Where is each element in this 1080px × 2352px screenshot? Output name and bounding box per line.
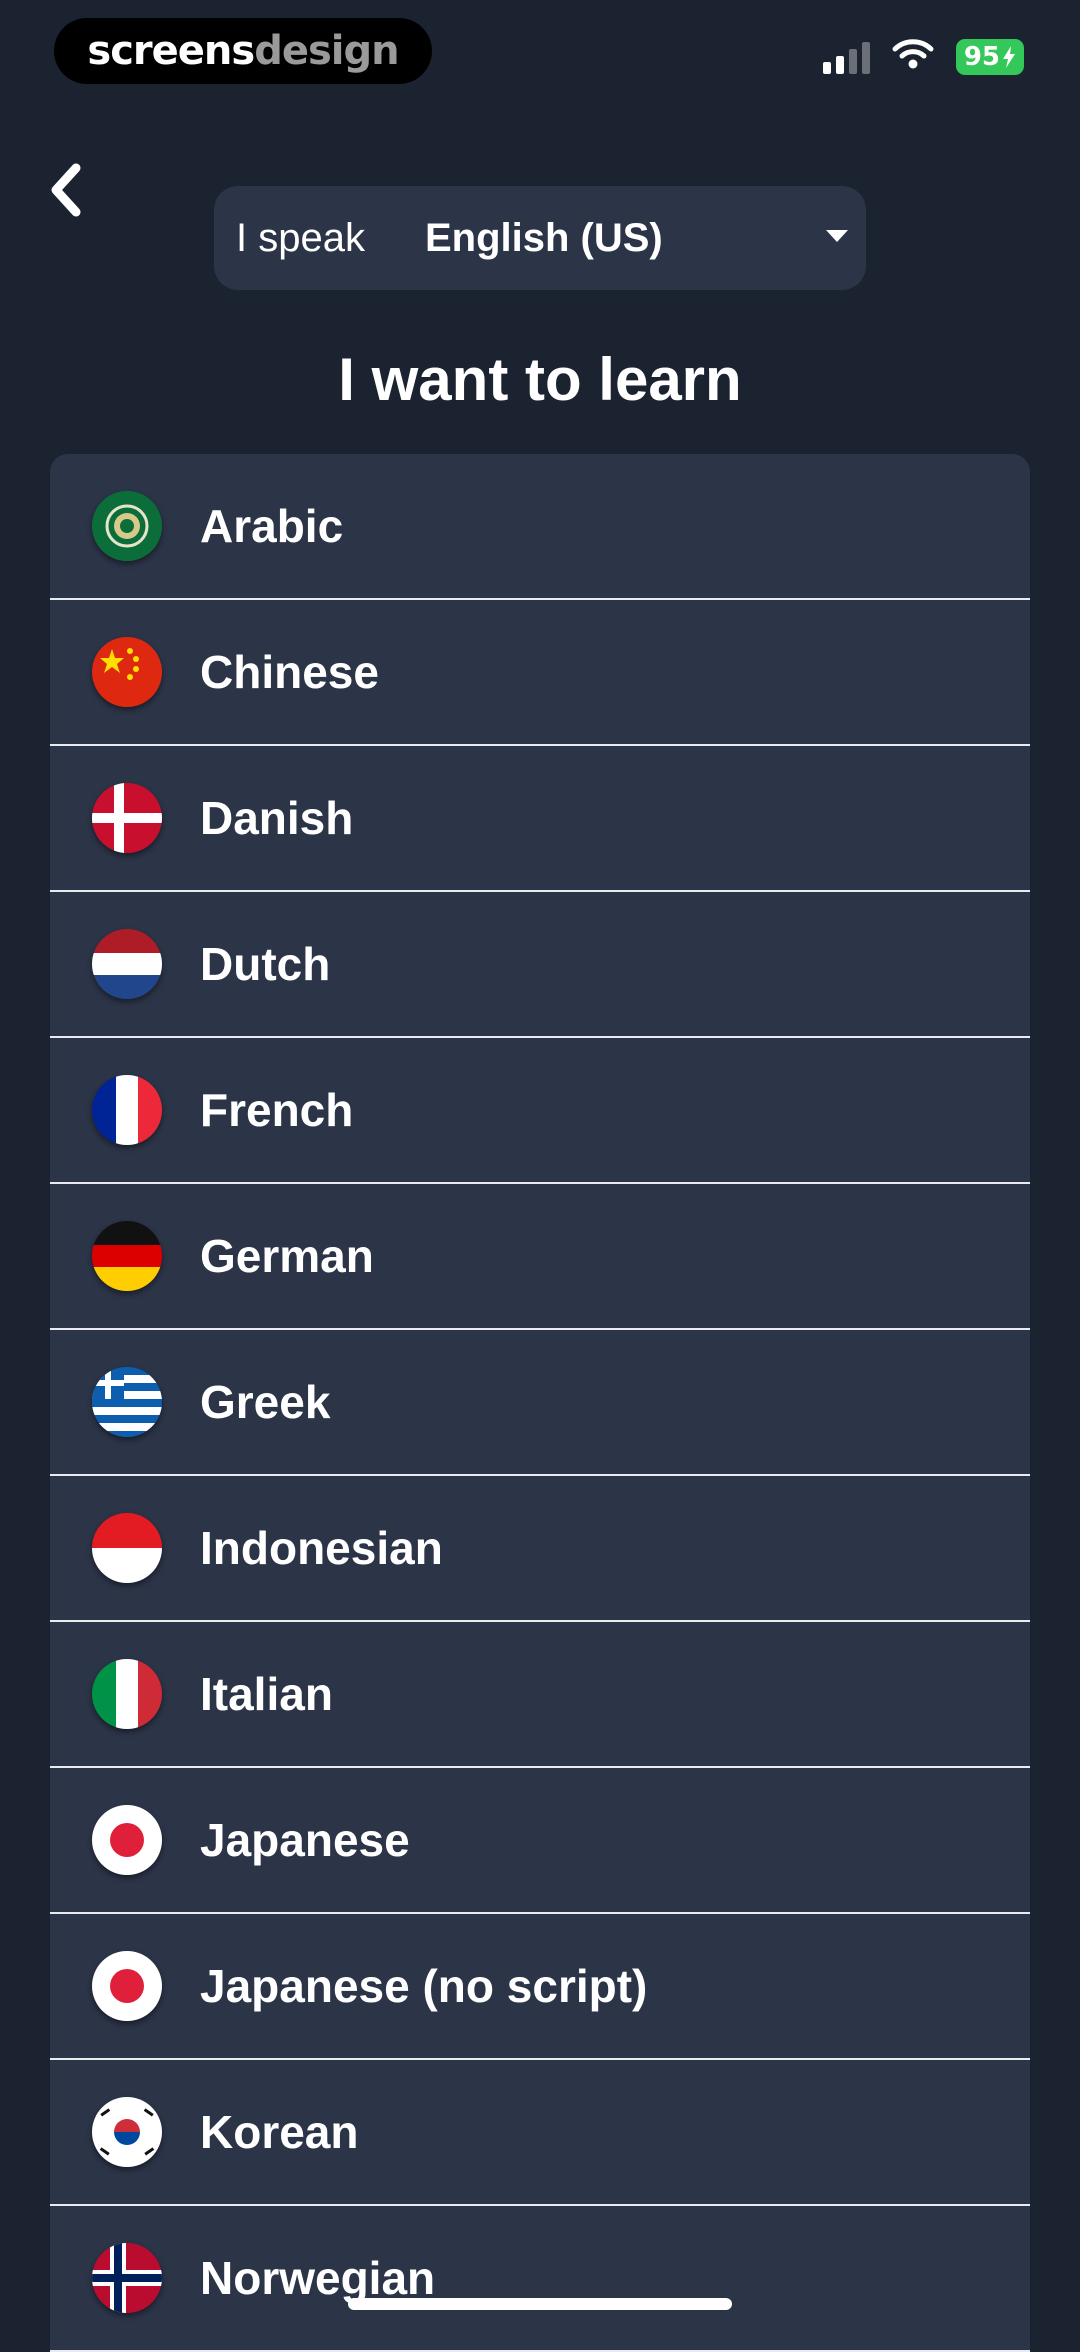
germany-flag-icon (92, 1221, 162, 1291)
arabic-flag-icon (92, 491, 162, 561)
language-label: Dutch (200, 938, 331, 990)
japan-flag-icon (92, 1805, 162, 1875)
language-label: Indonesian (200, 1522, 443, 1574)
language-label: Greek (200, 1376, 331, 1428)
language-label: Norwegian (200, 2252, 436, 2304)
language-label: Arabic (200, 500, 344, 552)
language-item-korean[interactable]: Korean (50, 2060, 1030, 2206)
denmark-flag-icon (92, 783, 162, 853)
language-item-italian[interactable]: Italian (50, 1622, 1030, 1768)
caret-down-icon (826, 230, 848, 242)
language-item-french[interactable]: French (50, 1038, 1030, 1184)
back-button[interactable] (38, 158, 94, 226)
italy-flag-icon (92, 1659, 162, 1729)
language-label: Danish (200, 792, 354, 844)
china-flag-icon (92, 637, 162, 707)
native-language-selector[interactable]: I speak English (US) (214, 186, 866, 290)
language-item-arabic[interactable]: Arabic (50, 454, 1030, 600)
language-item-japanese[interactable]: Japanese (50, 1768, 1030, 1914)
netherlands-flag-icon (92, 929, 162, 999)
brand-text-part2: design (254, 28, 399, 74)
language-item-norwegian[interactable]: Norwegian (50, 2206, 1030, 2352)
language-label: Japanese (200, 1814, 410, 1866)
page-title: I want to learn (338, 346, 742, 413)
status-icons: 95 (822, 38, 1024, 75)
language-label: Italian (200, 1668, 333, 1720)
language-item-greek[interactable]: Greek (50, 1330, 1030, 1476)
indonesia-flag-icon (92, 1513, 162, 1583)
korea-flag-icon (92, 2097, 162, 2167)
speak-label: I speak (236, 215, 365, 260)
battery-level: 95 (963, 41, 1000, 72)
language-item-japanese-no-script[interactable]: Japanese (no script) (50, 1914, 1030, 2060)
language-item-german[interactable]: German (50, 1184, 1030, 1330)
cellular-signal-icon (822, 40, 870, 74)
greece-flag-icon (92, 1367, 162, 1437)
language-label: Japanese (no script) (200, 1960, 648, 2012)
language-item-dutch[interactable]: Dutch (50, 892, 1030, 1038)
language-item-danish[interactable]: Danish (50, 746, 1030, 892)
language-item-indonesian[interactable]: Indonesian (50, 1476, 1030, 1622)
language-item-chinese[interactable]: Chinese (50, 600, 1030, 746)
speak-value: English (US) (424, 215, 663, 260)
wifi-icon (892, 38, 934, 75)
language-label: Korean (200, 2106, 359, 2158)
norway-flag-icon (92, 2243, 162, 2313)
language-list: Arabic Chinese Danish Dutch French Germa… (50, 454, 1030, 2352)
battery-charging-icon: 95 (955, 38, 1024, 75)
france-flag-icon (92, 1075, 162, 1145)
brand-text-part1: screens (87, 28, 255, 74)
home-indicator[interactable] (348, 2298, 732, 2310)
language-label: Chinese (200, 646, 379, 698)
language-label: German (200, 1230, 374, 1282)
screensdesign-logo: screens design (54, 18, 432, 84)
japan-flag-icon (92, 1951, 162, 2021)
status-bar: screens design 95 (0, 0, 1080, 100)
language-label: French (200, 1084, 354, 1136)
chevron-left-icon (46, 162, 86, 223)
